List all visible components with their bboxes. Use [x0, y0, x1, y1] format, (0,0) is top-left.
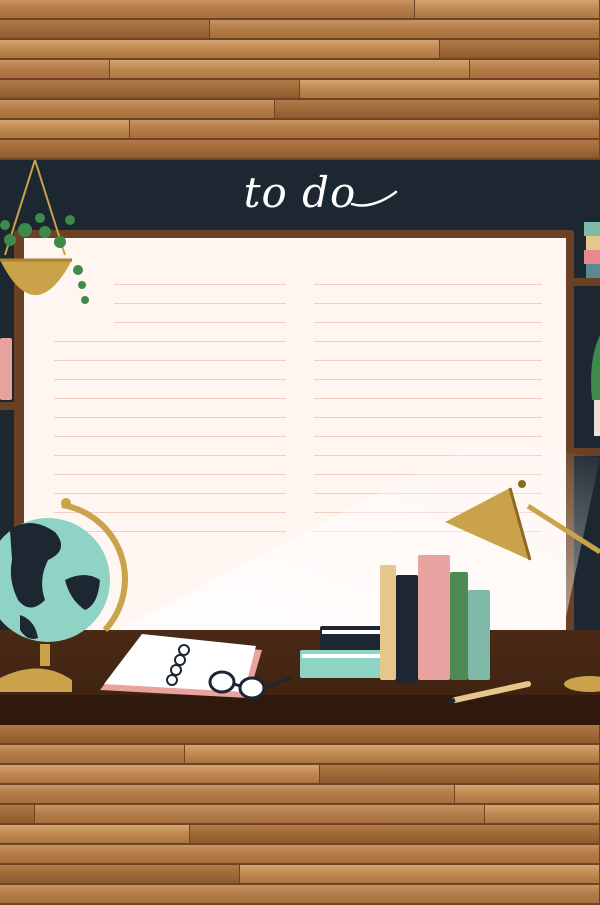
pencil-icon: [447, 681, 531, 704]
hanging-plant-icon: [0, 160, 89, 304]
books-icon: [300, 555, 490, 683]
pink-book-icon: [0, 338, 12, 400]
wood-background-top: [0, 0, 600, 160]
todo-notepad: to do: [0, 160, 600, 725]
globe-icon: [0, 498, 128, 692]
right-shelf-books-icon: [584, 222, 600, 278]
desk-illustrations: [0, 160, 600, 704]
right-plant-icon: [591, 335, 600, 400]
notebook-icon: [100, 634, 262, 698]
wood-background-bottom: [0, 725, 600, 905]
